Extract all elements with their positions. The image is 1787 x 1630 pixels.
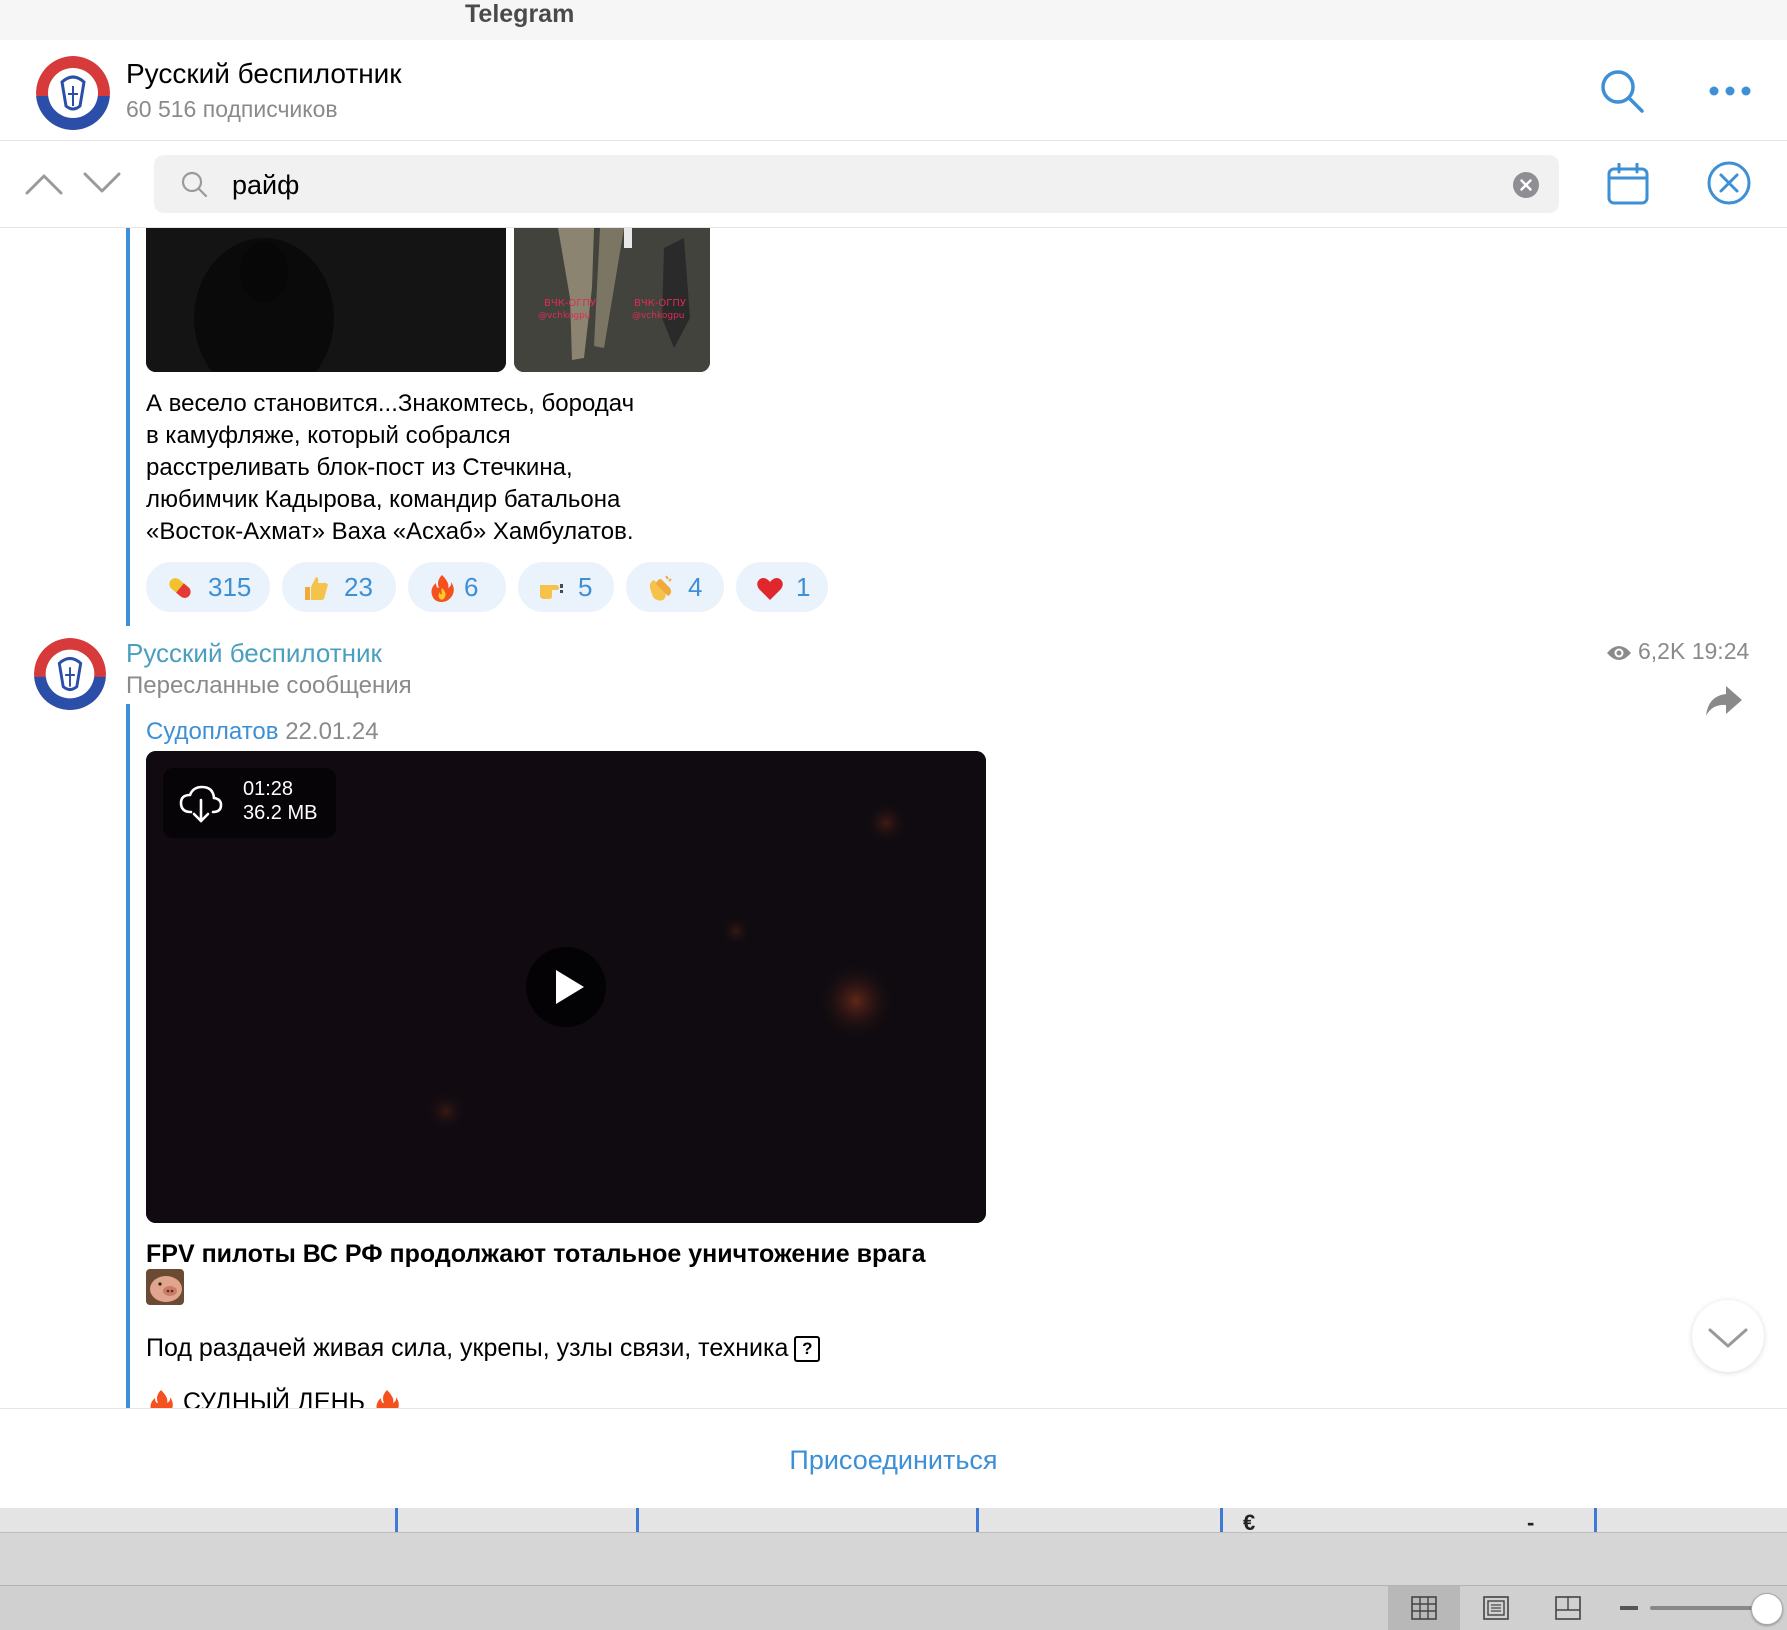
- reaction-heart[interactable]: 1: [736, 562, 828, 612]
- post-photo[interactable]: [146, 228, 506, 372]
- page-layout-icon[interactable]: [1460, 1586, 1532, 1630]
- fire-icon: [376, 1390, 399, 1408]
- post-time: 19:24: [1691, 638, 1750, 664]
- video-info-badge[interactable]: 01:28 36.2 MB: [163, 768, 336, 838]
- reaction-fire[interactable]: 6: [408, 562, 506, 612]
- window-title: Telegram: [465, 0, 575, 28]
- pointing-hand-icon: [538, 574, 566, 602]
- forward-bar: [126, 228, 130, 626]
- scroll-to-bottom-button[interactable]: [1692, 1300, 1764, 1372]
- background-column-headers: € -: [0, 1508, 1787, 1535]
- forwarded-label: Пересланные сообщения: [126, 672, 412, 699]
- zoom-out-button[interactable]: [1620, 1606, 1638, 1610]
- column-divider: [976, 1508, 979, 1532]
- forward-date: 22.01.24: [285, 718, 379, 745]
- post-meta: 6,2K 19:24: [1638, 638, 1749, 665]
- chevron-down-icon[interactable]: [82, 169, 122, 197]
- channel-header: Русский беспилотник 60 516 подписчиков: [0, 40, 1787, 141]
- reaction-count: 1: [796, 572, 811, 602]
- fire-icon: [428, 574, 456, 602]
- video-duration: 01:28: [243, 778, 294, 800]
- join-button[interactable]: Присоединиться: [0, 1409, 1787, 1509]
- post-text: СУДНЫЙ ДЕНЬ: [146, 1388, 402, 1408]
- post-text-line: СУДНЫЙ ДЕНЬ: [182, 1388, 366, 1408]
- reaction-count: 6: [464, 572, 479, 602]
- caption-line: в камуфляже, который собрался: [146, 422, 511, 449]
- calendar-icon[interactable]: [1607, 162, 1649, 205]
- message-feed[interactable]: ВЧК-ОГПУ @vchkogpu ВЧК-ОГПУ @vchkogpu А …: [0, 228, 1787, 1408]
- caption-line: А весело становится...Знакомтесь, борода…: [146, 390, 635, 417]
- chevron-up-icon[interactable]: [24, 169, 64, 197]
- zoom-slider[interactable]: [1650, 1606, 1762, 1610]
- photo-watermark-handle: @vchkogpu: [538, 311, 591, 321]
- reaction-count: 5: [578, 572, 593, 602]
- column-divider: [636, 1508, 639, 1532]
- clear-icon[interactable]: [1513, 172, 1539, 198]
- grid-view-icon[interactable]: [1388, 1586, 1460, 1630]
- page-break-view-icon[interactable]: [1532, 1586, 1604, 1630]
- cloud-download-icon[interactable]: [179, 784, 223, 824]
- fire-icon: [150, 1390, 173, 1408]
- forward-bar: [126, 704, 130, 1408]
- join-bar: Присоединиться: [0, 1408, 1787, 1509]
- photo-watermark-handle: @vchkogpu: [632, 311, 685, 321]
- search-input[interactable]: [230, 155, 1434, 215]
- background-fragment: €: [1243, 1510, 1256, 1535]
- search-bar-row: [0, 141, 1787, 228]
- pill-icon: [166, 574, 194, 602]
- post-caption: А весело становится...Знакомтесь, борода…: [146, 388, 746, 548]
- post-photo[interactable]: ВЧК-ОГПУ @vchkogpu ВЧК-ОГПУ @vchkogpu: [514, 228, 710, 372]
- channel-name[interactable]: Русский беспилотник: [126, 58, 402, 90]
- channel-subscribers: 60 516 подписчиков: [126, 96, 338, 122]
- search-icon: [180, 170, 208, 198]
- caption-line: любимчик Кадырова, командир батальона: [146, 486, 621, 513]
- forward-source-name[interactable]: Судоплатов: [146, 718, 279, 745]
- post-author[interactable]: Русский беспилотник: [126, 638, 382, 669]
- search-box[interactable]: [154, 155, 1559, 215]
- column-divider: [1594, 1508, 1597, 1532]
- pig-emoji-icon: [146, 1269, 184, 1305]
- close-icon[interactable]: [1706, 160, 1752, 206]
- eye-icon: [1606, 644, 1632, 662]
- reaction-count: 23: [344, 572, 373, 602]
- view-count: 6,2K: [1638, 638, 1686, 664]
- reaction-clapping-hands[interactable]: 4: [626, 562, 724, 612]
- post-title: FPV пилоты ВС РФ продолжают тотальное ун…: [146, 1240, 926, 1268]
- search-icon[interactable]: [1598, 67, 1646, 115]
- column-divider: [395, 1508, 398, 1532]
- window-titlebar: Telegram: [0, 0, 1787, 40]
- video-size: 36.2 MB: [243, 802, 318, 824]
- heart-icon: [756, 574, 784, 602]
- share-icon[interactable]: [1704, 684, 1744, 718]
- post-text: Под раздачей живая сила, укрепы, узлы св…: [146, 1334, 821, 1363]
- background-app-window: € -: [0, 1508, 1787, 1630]
- video-player[interactable]: 01:28 36.2 MB: [146, 751, 986, 1223]
- caption-line: «Восток-Ахмат» Ваха «Асхаб» Хамбулатов.: [146, 518, 634, 545]
- caption-line: расстреливать блок-пост из Стечкина,: [146, 454, 573, 481]
- column-divider: [1220, 1508, 1223, 1532]
- reaction-count: 4: [688, 572, 703, 602]
- post-text-line: Под раздачей живая сила, укрепы, узлы св…: [146, 1334, 789, 1362]
- author-avatar[interactable]: [34, 638, 106, 710]
- photo-watermark: ВЧК-ОГПУ: [544, 298, 596, 309]
- reaction-count: 315: [208, 572, 252, 602]
- thumbs-up-icon: [302, 574, 330, 602]
- background-status-bar: [0, 1585, 1787, 1630]
- reaction-pointing-hand[interactable]: 5: [518, 562, 614, 612]
- unknown-emoji-icon: ?: [794, 1336, 821, 1363]
- forward-source[interactable]: Судоплатов 22.01.24: [146, 718, 379, 746]
- channel-avatar[interactable]: [36, 56, 110, 130]
- reaction-pill[interactable]: 315: [146, 562, 270, 612]
- play-icon[interactable]: [526, 947, 606, 1027]
- zoom-slider-thumb[interactable]: [1751, 1593, 1783, 1625]
- photo-watermark: ВЧК-ОГПУ: [634, 298, 686, 309]
- background-fragment: -: [1527, 1510, 1535, 1535]
- reaction-thumbs-up[interactable]: 23: [282, 562, 396, 612]
- clapping-hands-icon: [646, 574, 674, 602]
- more-dots-icon[interactable]: [1705, 76, 1755, 106]
